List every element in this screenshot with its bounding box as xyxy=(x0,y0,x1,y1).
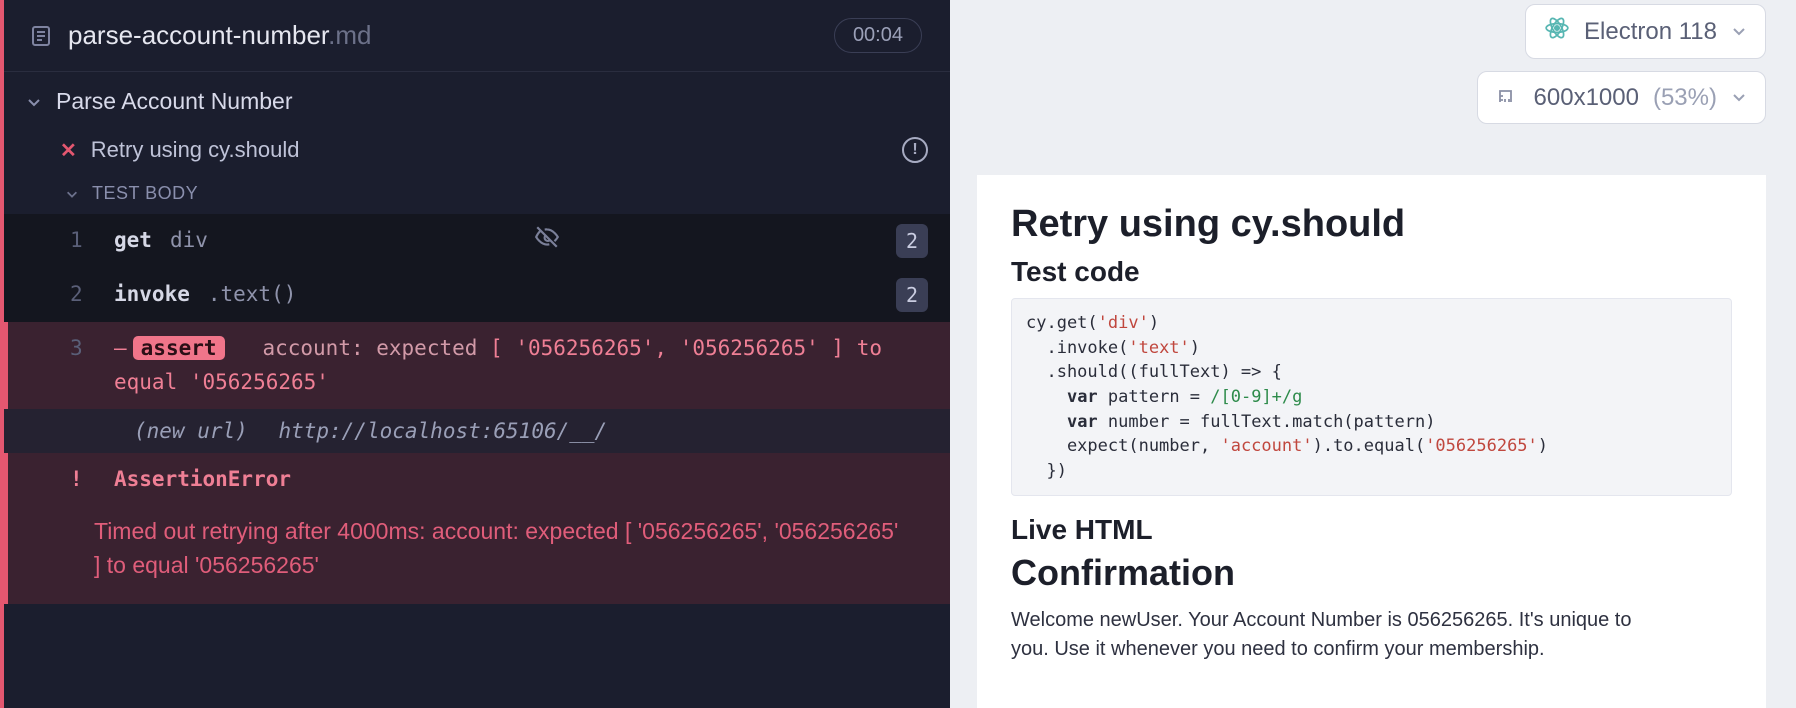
section-heading: Live HTML xyxy=(1011,514,1732,546)
suite-title: Parse Account Number xyxy=(56,88,293,115)
file-header: parse-account-number.md 00:04 xyxy=(4,0,950,72)
error-title: AssertionError xyxy=(114,467,291,491)
test-row[interactable]: ✕ Retry using cy.should ! xyxy=(4,127,950,175)
log-row-url: (new url) http://localhost:65106/__/ xyxy=(4,409,950,453)
log-argument: .text() xyxy=(208,278,297,312)
viewport-selector[interactable]: 600x1000 (53%) xyxy=(1477,71,1766,124)
error-block: ! AssertionError Timed out retrying afte… xyxy=(4,453,950,604)
suite-row[interactable]: Parse Account Number xyxy=(4,72,950,127)
section-test-body[interactable]: TEST BODY xyxy=(4,175,950,214)
count-badge: 2 xyxy=(896,278,928,312)
document-icon xyxy=(28,23,54,49)
chevron-down-icon xyxy=(1731,18,1747,46)
code-block: cy.get('div') .invoke('text') .should((f… xyxy=(1011,298,1732,496)
command-log: 1 get div 2 2 invoke .text() 2 3 –assert… xyxy=(4,214,950,604)
log-index: 3 xyxy=(70,332,114,366)
browser-label: Electron 118 xyxy=(1584,18,1717,46)
content-heading: Confirmation xyxy=(1011,552,1732,594)
electron-icon xyxy=(1544,15,1570,48)
url-label: (new url) xyxy=(134,419,248,443)
content-paragraph: Welcome newUser. Your Account Number is … xyxy=(1011,606,1671,664)
test-title: Retry using cy.should xyxy=(91,137,300,163)
viewport-scale: (53%) xyxy=(1653,84,1717,112)
log-message: –assert account: expected [ '056256265',… xyxy=(114,332,928,399)
error-header: ! AssertionError xyxy=(8,453,950,505)
url-value: http://localhost:65106/__/ xyxy=(278,419,607,443)
preview-panel: Electron 118 600x1000 (53%) Retry using … xyxy=(950,0,1796,708)
fail-icon: ✕ xyxy=(60,138,77,163)
chevron-down-icon xyxy=(62,184,82,204)
log-command: get xyxy=(114,224,152,258)
log-row-assert[interactable]: 3 –assert account: expected [ '056256265… xyxy=(4,322,950,409)
log-index: 1 xyxy=(70,224,114,258)
count-badge: 2 xyxy=(896,224,928,258)
page-title: Retry using cy.should xyxy=(1011,203,1732,246)
app-under-test: Retry using cy.should Test code cy.get('… xyxy=(977,175,1766,708)
error-message: Timed out retrying after 4000ms: account… xyxy=(8,505,950,604)
error-bang-icon: ! xyxy=(70,467,114,491)
chevron-down-icon xyxy=(1731,84,1747,112)
section-heading: Test code xyxy=(1011,256,1732,288)
file-name: parse-account-number.md xyxy=(68,20,371,51)
log-argument: div xyxy=(170,224,208,258)
test-runner-panel: parse-account-number.md 00:04 Parse Acco… xyxy=(0,0,950,708)
section-label: TEST BODY xyxy=(92,183,198,204)
log-index: 2 xyxy=(70,278,114,312)
preview-controls: Electron 118 600x1000 (53%) xyxy=(1477,4,1766,124)
chevron-down-icon xyxy=(24,92,44,112)
viewport-size: 600x1000 xyxy=(1534,84,1639,112)
log-row-invoke[interactable]: 2 invoke .text() 2 xyxy=(4,268,950,322)
browser-selector[interactable]: Electron 118 xyxy=(1525,4,1766,59)
info-icon[interactable]: ! xyxy=(902,137,928,163)
timer: 00:04 xyxy=(834,18,922,53)
eye-off-icon[interactable] xyxy=(534,224,560,250)
ruler-icon xyxy=(1496,82,1520,113)
log-command: invoke xyxy=(114,278,190,312)
log-row-get[interactable]: 1 get div 2 xyxy=(4,214,950,268)
